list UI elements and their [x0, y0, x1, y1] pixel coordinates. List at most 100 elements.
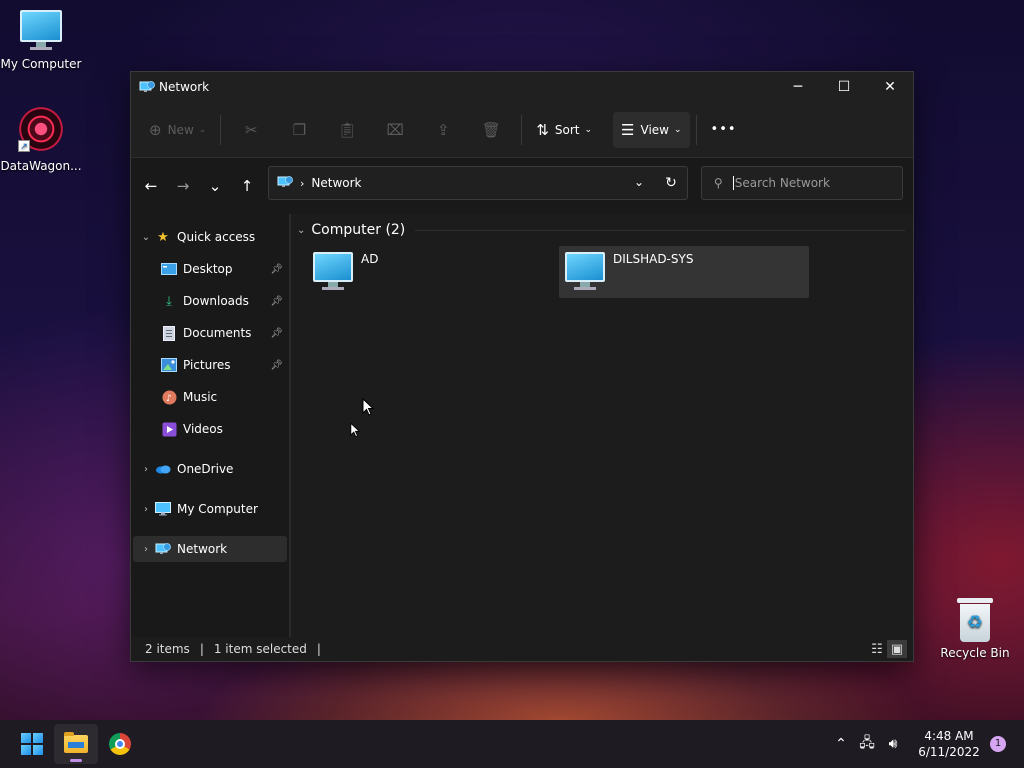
search-input[interactable] — [732, 176, 883, 190]
group-header-label: Computer (2) — [311, 222, 406, 238]
notification-badge[interactable]: 1 — [990, 736, 1006, 752]
sidebar-item-my-computer[interactable]: › My Computer — [133, 496, 287, 522]
address-dropdown-button[interactable]: ⌄ — [623, 175, 655, 191]
sidebar-item-desktop[interactable]: Desktop 📌︎ — [133, 256, 287, 282]
file-list[interactable]: ⌄ Computer (2) AD DILSHAD-SYS — [291, 214, 913, 638]
video-icon — [161, 421, 177, 437]
list-item[interactable]: DILSHAD-SYS — [559, 246, 809, 298]
paste-icon[interactable]: 📋︎ — [323, 112, 371, 148]
sidebar-item-videos[interactable]: Videos — [133, 416, 287, 442]
title-bar[interactable]: Network ─ ☐ ✕ — [131, 72, 913, 102]
minimize-button[interactable]: ─ — [775, 72, 821, 102]
chrome-taskbar-button[interactable] — [98, 724, 142, 764]
sidebar-item-pictures[interactable]: Pictures 📌︎ — [133, 352, 287, 378]
windows-logo-icon — [21, 733, 43, 755]
maximize-button[interactable]: ☐ — [821, 72, 867, 102]
chevron-right-icon[interactable]: › — [137, 544, 155, 555]
breadcrumb-network[interactable]: Network — [311, 176, 361, 190]
recent-locations-button[interactable]: ⌄ — [199, 170, 231, 202]
search-icon: ⚲ — [714, 176, 723, 190]
close-button[interactable]: ✕ — [867, 72, 913, 102]
system-tray: ⌃ 🖧︎ 🔊︎ 4:48 AM 6/11/2022 1 — [828, 720, 1024, 768]
command-bar: ⊕ New ⌄ ✂ ❐ 📋︎ ⌧ ⇪ 🗑︎ ⇅ Sort ⌄ ☰ View ⌄ … — [131, 102, 913, 158]
item-count: 2 items — [145, 642, 190, 656]
forward-button[interactable]: → — [167, 170, 199, 202]
item-name: DILSHAD-SYS — [613, 252, 694, 266]
sidebar-item-downloads[interactable]: ⤓ Downloads 📌︎ — [133, 288, 287, 314]
rename-icon[interactable]: ⌧ — [371, 112, 419, 148]
file-explorer-taskbar-button[interactable] — [54, 724, 98, 764]
new-button[interactable]: ⊕ New ⌄ — [141, 112, 214, 148]
view-list-icon: ☰ — [621, 120, 635, 139]
sidebar-item-quick-access[interactable]: ⌄ ★ Quick access — [133, 224, 287, 250]
list-item[interactable]: AD — [307, 246, 557, 298]
view-button[interactable]: ☰ View ⌄ — [613, 111, 690, 148]
search-box[interactable]: ⚲ — [701, 166, 903, 200]
details-view-icon[interactable]: ☷ — [867, 640, 887, 658]
new-label: New — [167, 122, 194, 137]
up-button[interactable]: ↑ — [231, 170, 263, 202]
delete-icon[interactable]: 🗑︎ — [467, 112, 515, 148]
chevron-down-icon[interactable]: ⌄ — [137, 232, 155, 243]
volume-icon[interactable]: 🔊︎ — [880, 736, 906, 752]
pin-icon[interactable]: 📌︎ — [270, 328, 283, 339]
chevron-right-icon[interactable]: › — [137, 504, 155, 515]
status-separator: | — [199, 642, 204, 656]
pin-icon[interactable]: 📌︎ — [270, 296, 283, 307]
sidebar-item-label: Desktop — [183, 262, 233, 276]
music-icon: ♪ — [161, 389, 177, 405]
sidebar-item-documents[interactable]: Documents 📌︎ — [133, 320, 287, 346]
network-icon — [277, 174, 293, 193]
chevron-down-icon[interactable]: ⌄ — [297, 225, 305, 236]
datawagon-icon: ↗ — [18, 106, 64, 152]
network-status-icon[interactable]: 🖧︎ — [854, 732, 880, 756]
back-button[interactable]: ← — [135, 170, 167, 202]
refresh-button[interactable]: ↻ — [655, 175, 687, 191]
chevron-right-icon[interactable]: › — [137, 464, 155, 475]
desktop-icon — [161, 261, 177, 277]
address-bar[interactable]: › Network ⌄ ↻ — [268, 166, 688, 200]
sort-icon: ⇅ — [536, 120, 549, 139]
sort-label: Sort — [554, 122, 580, 137]
window-title: Network — [159, 80, 210, 94]
navigation-pane: ⌄ ★ Quick access Desktop 📌︎ ⤓ Downloads … — [131, 214, 289, 638]
monitor-icon — [155, 501, 171, 517]
more-icon: ••• — [710, 122, 737, 137]
status-bar: 2 items | 1 item selected | ☷ ▣ — [131, 637, 913, 661]
desktop-icon-datawagon[interactable]: ↗ DataWagon... — [0, 106, 82, 173]
share-icon[interactable]: ⇪ — [419, 112, 467, 148]
group-header[interactable]: ⌄ Computer (2) — [297, 222, 905, 238]
toolbar-divider — [220, 114, 222, 145]
chevron-up-icon[interactable]: ⌃ — [828, 736, 854, 752]
toolbar-divider — [521, 114, 523, 145]
item-name: AD — [361, 252, 379, 266]
sidebar-item-onedrive[interactable]: › OneDrive — [133, 456, 287, 482]
computer-icon — [565, 252, 605, 290]
taskbar: ⌃ 🖧︎ 🔊︎ 4:48 AM 6/11/2022 1 — [0, 720, 1024, 768]
sidebar-item-music[interactable]: ♪ Music — [133, 384, 287, 410]
cloud-icon — [155, 461, 171, 477]
desktop-icon-my-computer[interactable]: My Computer — [0, 10, 82, 71]
desktop-icon-label: DataWagon... — [0, 159, 82, 173]
more-options-button[interactable]: ••• — [703, 112, 745, 148]
desktop-icon-recycle-bin[interactable]: ♻ Recycle Bin — [934, 598, 1016, 660]
tiles-view-icon[interactable]: ▣ — [887, 640, 907, 658]
clock[interactable]: 4:48 AM 6/11/2022 — [914, 728, 984, 760]
sidebar-item-label: My Computer — [177, 502, 258, 516]
start-button[interactable] — [10, 724, 54, 764]
svg-text:♪: ♪ — [166, 394, 172, 404]
cut-icon[interactable]: ✂ — [227, 112, 275, 148]
pictures-icon — [161, 357, 177, 373]
plus-circle-icon: ⊕ — [149, 120, 162, 139]
sidebar-item-network[interactable]: › Network — [133, 536, 287, 562]
pin-icon[interactable]: 📌︎ — [270, 264, 283, 275]
copy-icon[interactable]: ❐ — [275, 112, 323, 148]
toolbar-divider — [606, 115, 607, 145]
sidebar-item-label: Documents — [183, 326, 252, 340]
pin-icon[interactable]: 📌︎ — [270, 360, 283, 371]
network-icon — [155, 541, 171, 557]
download-icon: ⤓ — [166, 293, 172, 309]
sort-button[interactable]: ⇅ Sort ⌄ — [528, 112, 600, 148]
chevron-down-icon: ⌄ — [198, 124, 207, 135]
divider — [415, 229, 905, 231]
